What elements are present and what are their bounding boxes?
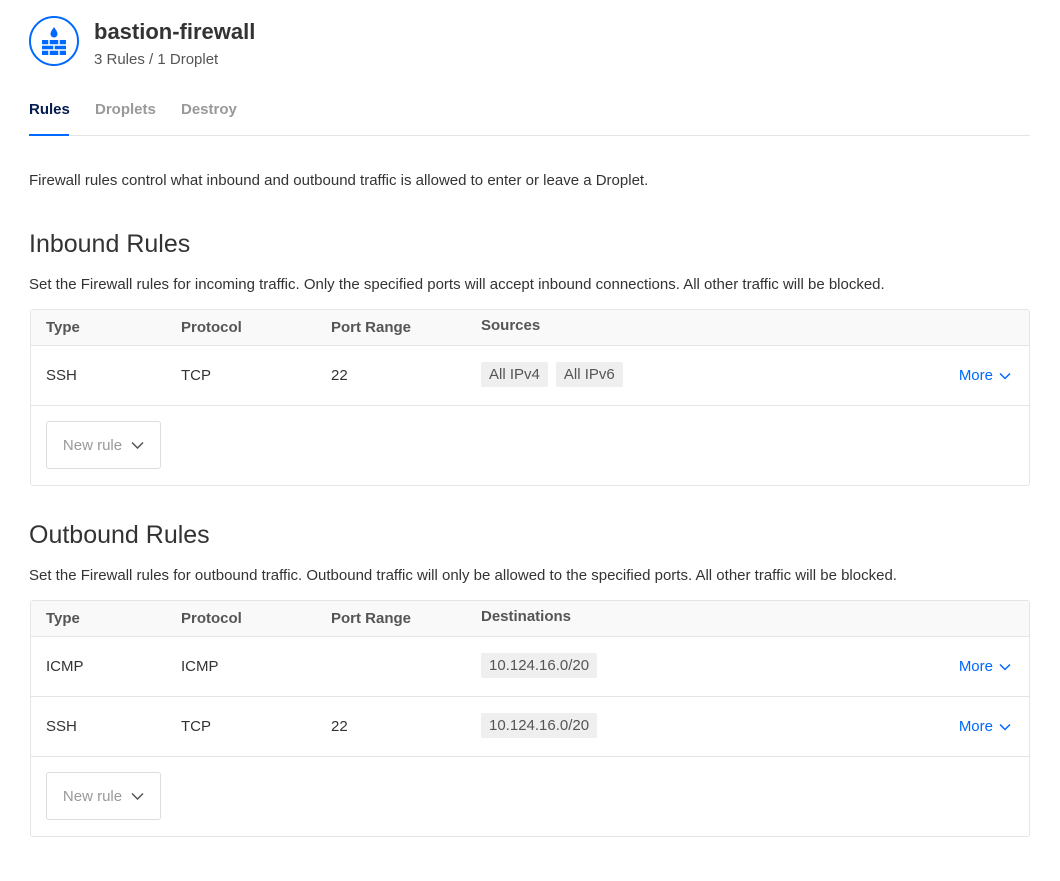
title-block: bastion-firewall 3 Rules / 1 Droplet: [94, 19, 255, 68]
rule-destinations: 10.124.16.0/20: [481, 713, 605, 743]
new-rule-area: New rule: [31, 757, 1029, 836]
tab-rules[interactable]: Rules: [29, 100, 70, 136]
column-header-type: Type: [46, 610, 80, 627]
new-rule-label: New rule: [62, 436, 123, 454]
outbound-rules-title: Outbound Rules: [29, 521, 210, 549]
inbound-new-rule-button[interactable]: New rule: [46, 421, 161, 469]
rule-protocol: ICMP: [181, 658, 219, 675]
firewall-icon: [29, 16, 79, 66]
chevron-down-icon: [999, 663, 1011, 671]
inbound-rules-table: Type Protocol Port Range Sources SSH TCP…: [30, 309, 1030, 486]
tab-destroy[interactable]: Destroy: [181, 100, 237, 136]
rules-intro: Firewall rules control what inbound and …: [29, 172, 649, 189]
table-header: Type Protocol Port Range Sources: [31, 310, 1029, 346]
rule-port-range: 22: [331, 718, 348, 735]
more-label: More: [958, 658, 993, 675]
destination-tag: 10.124.16.0/20: [481, 653, 598, 678]
source-tag: All IPv4: [481, 362, 548, 387]
column-header-sources: Sources: [481, 317, 541, 334]
outbound-rules-description: Set the Firewall rules for outbound traf…: [29, 567, 897, 584]
tab-droplets[interactable]: Droplets: [95, 100, 156, 136]
rule-type: ICMP: [46, 658, 84, 675]
more-label: More: [958, 718, 993, 735]
table-row: SSH TCP 22 All IPv4 All IPv6 More: [31, 346, 1029, 406]
rule-protocol: TCP: [181, 718, 211, 735]
destination-tag: 10.124.16.0/20: [481, 713, 598, 738]
more-dropdown[interactable]: More: [959, 367, 1011, 384]
column-header-type: Type: [46, 319, 80, 336]
chevron-down-icon: [131, 792, 144, 800]
inbound-rules-description: Set the Firewall rules for incoming traf…: [29, 276, 885, 293]
chevron-down-icon: [999, 372, 1011, 380]
table-row: ICMP ICMP 10.124.16.0/20 More: [31, 637, 1029, 697]
outbound-new-rule-button[interactable]: New rule: [46, 772, 161, 820]
outbound-rules-table: Type Protocol Port Range Destinations IC…: [30, 600, 1030, 837]
column-header-protocol: Protocol: [181, 319, 242, 336]
more-label: More: [958, 367, 993, 384]
rule-destinations: 10.124.16.0/20: [481, 653, 605, 683]
chevron-down-icon: [999, 723, 1011, 731]
table-header: Type Protocol Port Range Destinations: [31, 601, 1029, 637]
column-header-destinations: Destinations: [481, 608, 572, 625]
firewall-summary: 3 Rules / 1 Droplet: [94, 51, 219, 68]
new-rule-label: New rule: [62, 787, 123, 805]
firewall-header: bastion-firewall 3 Rules / 1 Droplet: [29, 16, 255, 68]
column-header-protocol: Protocol: [181, 610, 242, 627]
chevron-down-icon: [131, 441, 144, 449]
column-header-port-range: Port Range: [331, 319, 412, 336]
new-rule-area: New rule: [31, 406, 1029, 485]
rule-type: SSH: [46, 367, 77, 384]
source-tag: All IPv6: [555, 362, 623, 387]
rule-port-range: 22: [331, 367, 348, 384]
inbound-rules-title: Inbound Rules: [29, 230, 191, 258]
page-title: bastion-firewall: [94, 19, 256, 44]
rule-protocol: TCP: [181, 367, 211, 384]
table-row: SSH TCP 22 10.124.16.0/20 More: [31, 697, 1029, 757]
tab-bar: Rules Droplets Destroy: [29, 100, 1030, 136]
column-header-port-range: Port Range: [331, 610, 412, 627]
more-dropdown[interactable]: More: [959, 718, 1011, 735]
more-dropdown[interactable]: More: [959, 658, 1011, 675]
rule-type: SSH: [46, 718, 77, 735]
rule-sources: All IPv4 All IPv6: [481, 362, 631, 392]
